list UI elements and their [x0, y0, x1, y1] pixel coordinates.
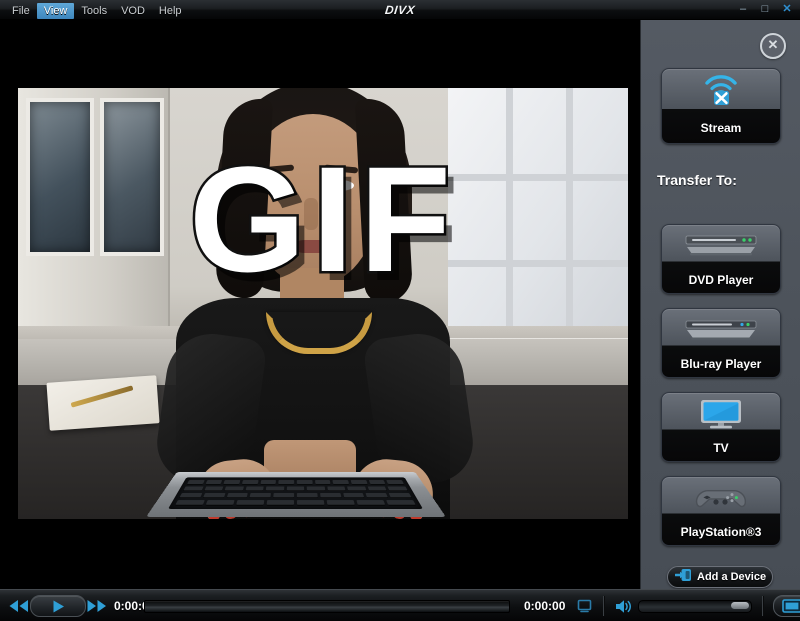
window-mullion: [566, 88, 573, 353]
menu-item-help[interactable]: Help: [152, 3, 189, 19]
divx-player-window: File View Tools VOD Help DIVX – □ ✕ GIF …: [0, 0, 800, 621]
scene-person: [152, 88, 478, 519]
person-nose: [304, 198, 318, 230]
fast-forward-icon: [87, 600, 106, 612]
menu-bar: File View Tools VOD Help: [5, 2, 189, 19]
maximize-icon: □: [761, 3, 769, 15]
menu-item-view[interactable]: View: [36, 2, 75, 19]
dvd-player-icon: [662, 231, 780, 261]
person-eye: [263, 180, 291, 191]
display-settings-icon: [782, 599, 800, 613]
menu-item-vod[interactable]: VOD: [114, 3, 152, 19]
device-label-bluray-player: Blu-ray Player: [680, 357, 762, 371]
remaining-time: 0:00:00: [524, 599, 566, 613]
close-icon: ✕: [782, 3, 792, 15]
fullscreen-icon: [577, 599, 592, 613]
play-icon: [53, 600, 64, 612]
device-button-tv[interactable]: TV: [661, 392, 781, 462]
stream-button-label: Stream: [700, 121, 742, 135]
stream-sidebar: ✕ Stream Transfer To: DVD Player Blu-ray…: [640, 20, 800, 589]
transfer-to-label: Transfer To:: [657, 172, 737, 188]
device-button-playstation3[interactable]: PlayStation®3: [661, 476, 781, 546]
menu-item-tools[interactable]: Tools: [74, 3, 114, 19]
device-label-playstation3: PlayStation®3: [680, 525, 762, 539]
wifi-divx-icon: [662, 75, 780, 105]
control-divider: [762, 596, 764, 616]
video-stage[interactable]: GIF: [0, 20, 640, 589]
fast-forward-button[interactable]: [86, 596, 108, 616]
speaker-icon: [615, 599, 631, 613]
person-mouth: [292, 240, 332, 253]
person-hair-right: [354, 96, 414, 305]
menu-item-file[interactable]: File: [5, 3, 37, 19]
device-button-bluray-player[interactable]: Blu-ray Player: [661, 308, 781, 378]
add-device-icon: [674, 568, 692, 587]
rewind-icon: [9, 600, 28, 612]
device-button-dvd-player[interactable]: DVD Player: [661, 224, 781, 294]
window-mullion: [448, 174, 628, 181]
window-mullion: [506, 88, 513, 353]
device-label-dvd-player: DVD Player: [688, 273, 754, 287]
fullscreen-button[interactable]: [573, 596, 595, 616]
seek-bar[interactable]: [144, 600, 510, 613]
video-frame[interactable]: GIF: [18, 88, 628, 519]
maximize-button[interactable]: □: [758, 3, 772, 16]
scene-keyboard: [168, 477, 423, 509]
tv-icon: [662, 399, 780, 429]
add-device-button[interactable]: Add a Device: [667, 566, 773, 588]
volume-slider-handle[interactable]: [731, 601, 750, 609]
control-divider: [603, 596, 605, 616]
window-mullion: [448, 260, 628, 267]
volume-slider[interactable]: [638, 599, 753, 613]
gamepad-icon: [662, 483, 780, 513]
display-settings-button[interactable]: [782, 599, 800, 613]
close-button[interactable]: ✕: [780, 3, 794, 16]
sidebar-close-button[interactable]: ✕: [760, 33, 786, 59]
title-bar: File View Tools VOD Help DIVX – □ ✕: [0, 0, 800, 20]
window-controls: – □ ✕: [736, 3, 794, 16]
device-label-tv: TV: [713, 441, 729, 455]
minimize-button[interactable]: –: [736, 3, 750, 16]
volume-button[interactable]: [612, 596, 634, 616]
bluray-player-icon: [662, 315, 780, 345]
display-options-group: [773, 595, 800, 617]
scene-notebook: [46, 375, 160, 431]
scene-cabinet: [18, 88, 170, 328]
stream-button[interactable]: Stream: [661, 68, 781, 144]
minimize-icon: –: [739, 3, 747, 15]
add-device-label: Add a Device: [697, 571, 767, 583]
play-button[interactable]: [30, 595, 86, 617]
scene-window: [448, 88, 628, 353]
video-scene: [18, 88, 628, 519]
person-eye: [326, 180, 354, 191]
rewind-button[interactable]: [8, 596, 30, 616]
